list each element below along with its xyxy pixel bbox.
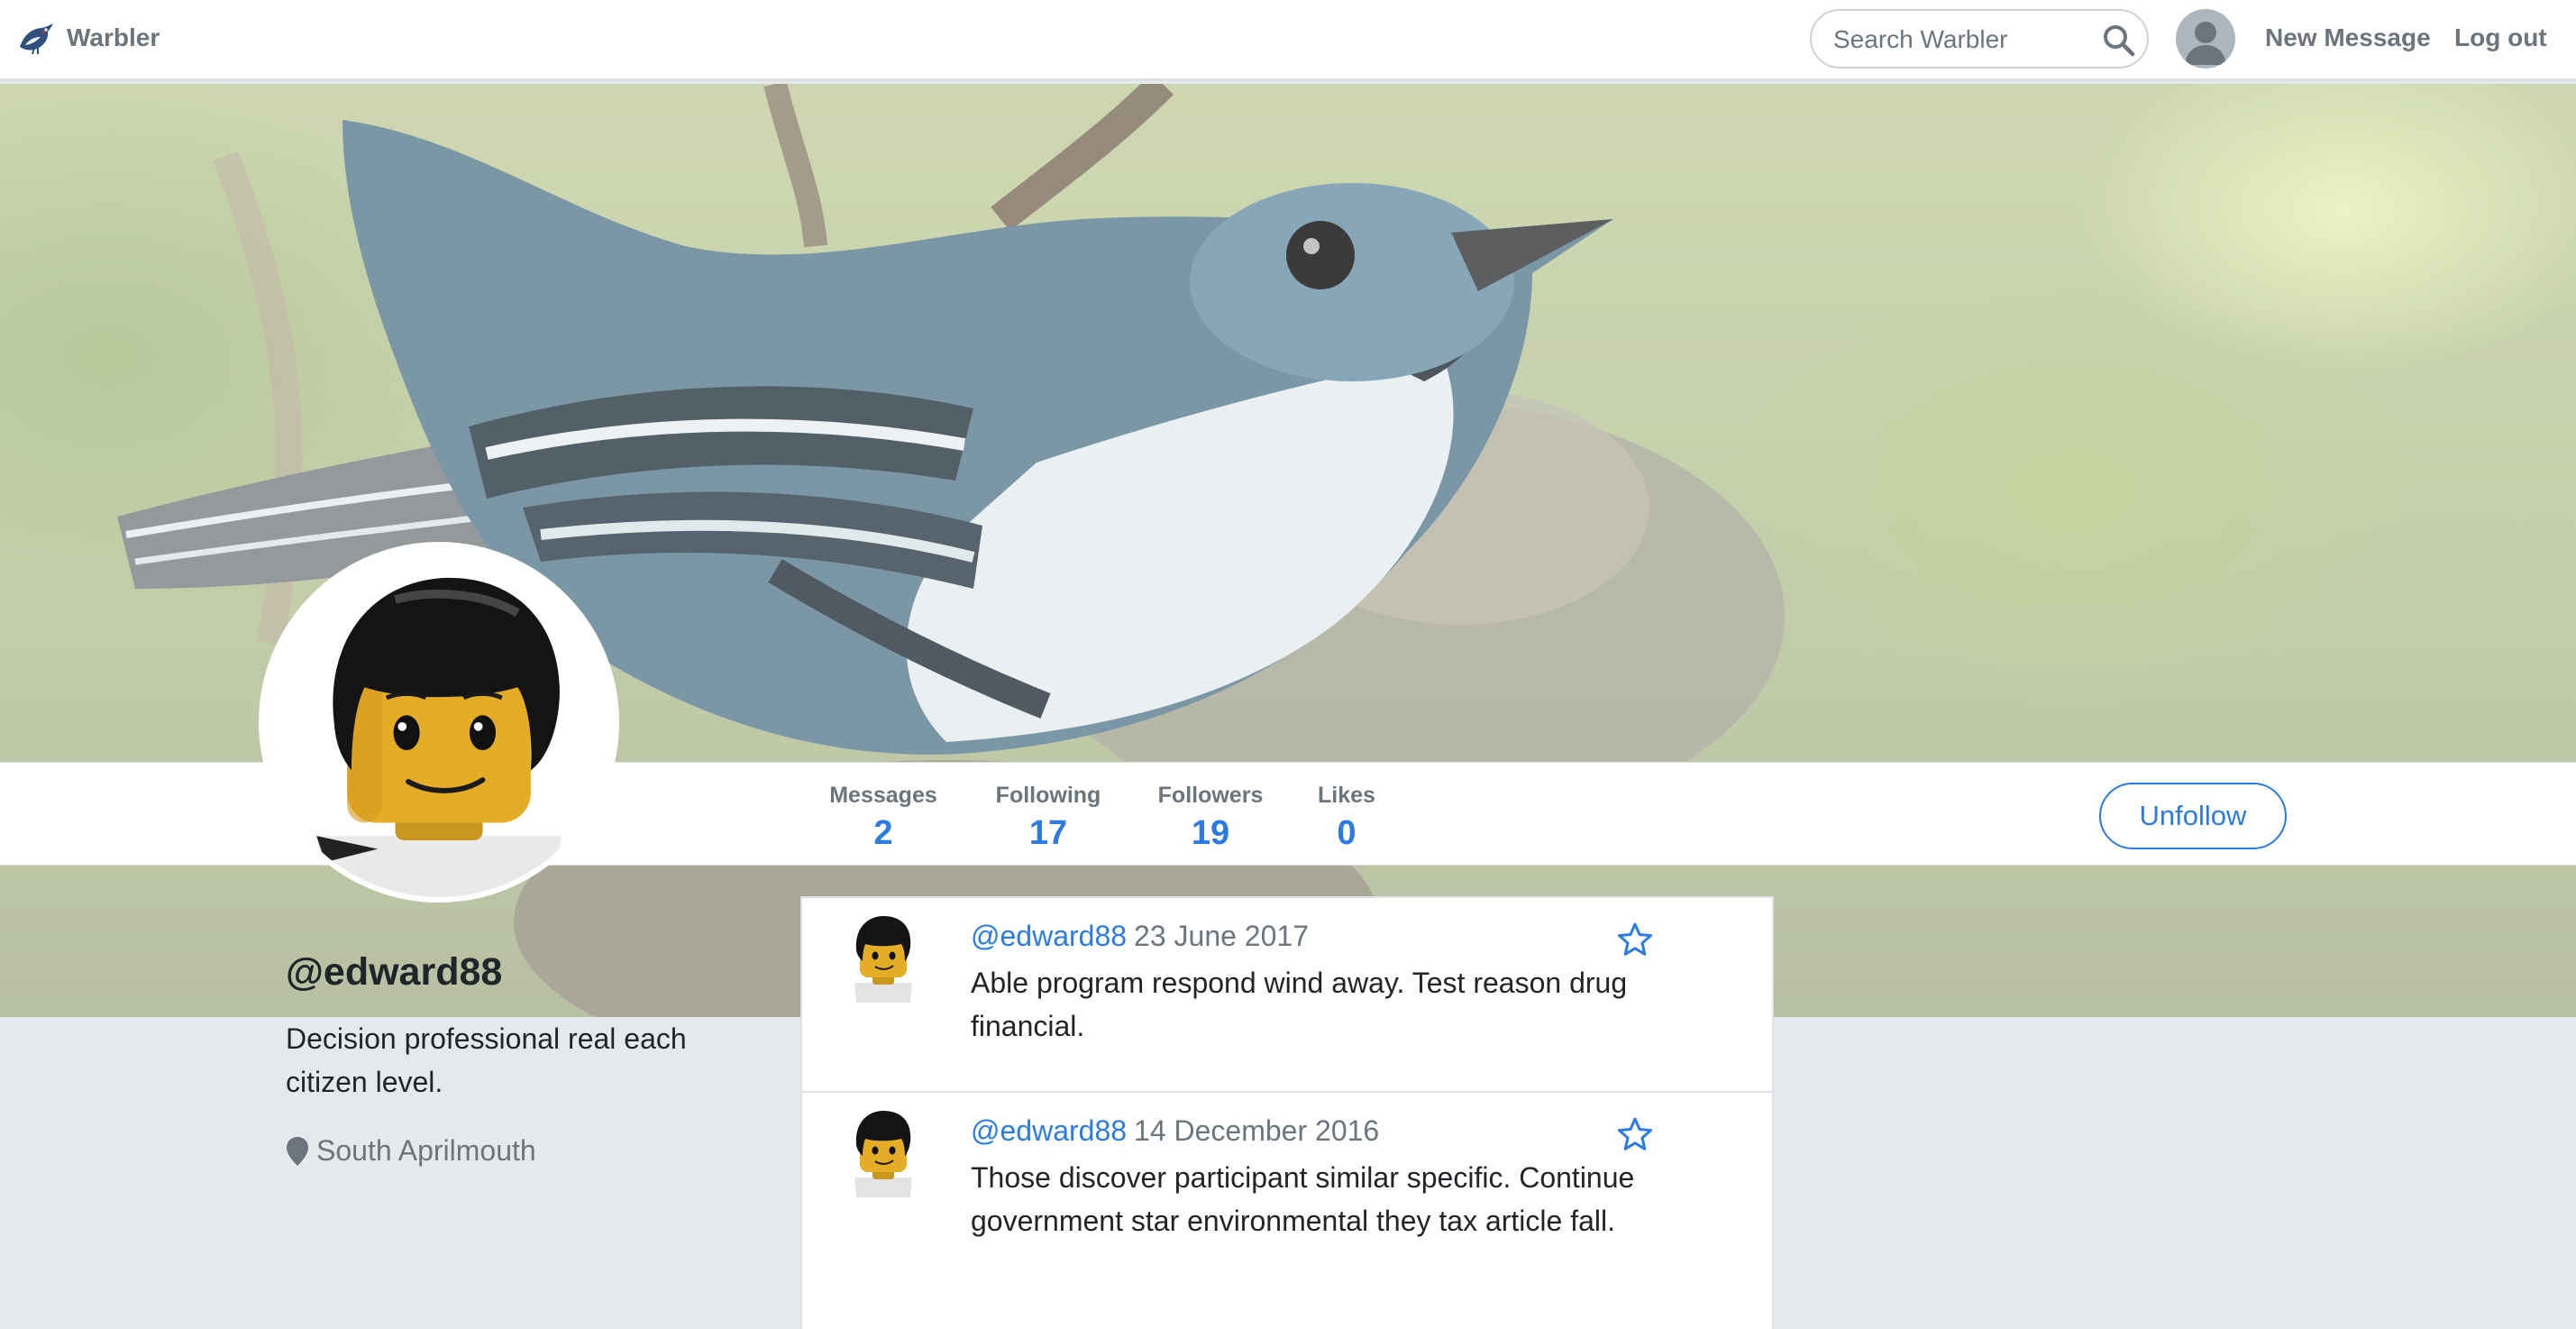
stat-followers[interactable]: Followers 19	[1155, 783, 1266, 853]
default-avatar-icon	[2185, 22, 2226, 65]
lego-head-avatar	[854, 1111, 912, 1197]
lego-head-avatar	[264, 547, 614, 897]
message-date: 14 December 2016	[1134, 1114, 1380, 1147]
stat-label: Likes	[1318, 783, 1375, 808]
profile-location: South Aprilmouth	[286, 1134, 536, 1168]
star-outline-icon[interactable]	[1617, 921, 1653, 958]
stat-label: Messages	[829, 783, 937, 808]
message-username-link[interactable]: @edward88	[971, 920, 1127, 952]
stat-label: Followers	[1157, 783, 1264, 808]
logout-link[interactable]: Log out	[2454, 23, 2547, 52]
navbar: Warbler New Message Log out	[0, 0, 2576, 81]
stat-messages[interactable]: Messages 2	[827, 783, 939, 853]
message-item: @edward88 14 December 2016 Those discover…	[802, 1093, 1772, 1329]
messages-list: @edward88 23 June 2017 Able program respo…	[800, 896, 1774, 1329]
warbler-bird-icon	[20, 23, 53, 55]
search-input[interactable]	[1833, 22, 2104, 58]
profile-bio: Decision professional real each citizen …	[286, 1022, 687, 1098]
message-avatar[interactable]	[847, 912, 919, 1003]
star-outline-icon[interactable]	[1617, 1116, 1653, 1152]
new-message-link[interactable]: New Message	[2265, 23, 2431, 52]
profile-username: @edward88	[286, 950, 503, 994]
message-date: 23 June 2017	[1134, 920, 1309, 952]
message-username-link[interactable]: @edward88	[971, 1114, 1127, 1147]
message-text: Those discover participant similar speci…	[971, 1161, 1635, 1237]
unfollow-button[interactable]: Unfollow	[2099, 783, 2287, 849]
stat-label: Following	[995, 783, 1101, 808]
stat-following[interactable]: Following 17	[992, 783, 1104, 853]
search-icon[interactable]	[2100, 22, 2138, 60]
search-box	[1810, 9, 2149, 69]
map-pin-icon	[287, 1136, 308, 1166]
profile-avatar	[259, 542, 619, 903]
message-meta: @edward88 14 December 2016	[971, 1114, 1379, 1148]
brand-name: Warbler	[67, 23, 160, 51]
location-text: South Aprilmouth	[316, 1134, 536, 1167]
message-meta: @edward88 23 June 2017	[971, 920, 1309, 953]
message-avatar[interactable]	[847, 1107, 919, 1197]
brand-link[interactable]: Warbler	[16, 20, 160, 56]
lego-head-avatar	[854, 916, 912, 1003]
stat-value: 0	[1337, 814, 1357, 852]
stat-value: 19	[1191, 814, 1230, 852]
message-text: Able program respond wind away. Test rea…	[971, 967, 1628, 1042]
user-avatar[interactable]	[2176, 9, 2235, 69]
stat-value: 17	[1028, 814, 1068, 852]
stat-likes[interactable]: Likes 0	[1315, 783, 1378, 853]
message-item: @edward88 23 June 2017 Able program respo…	[802, 898, 1772, 1093]
stat-value: 2	[873, 814, 893, 852]
